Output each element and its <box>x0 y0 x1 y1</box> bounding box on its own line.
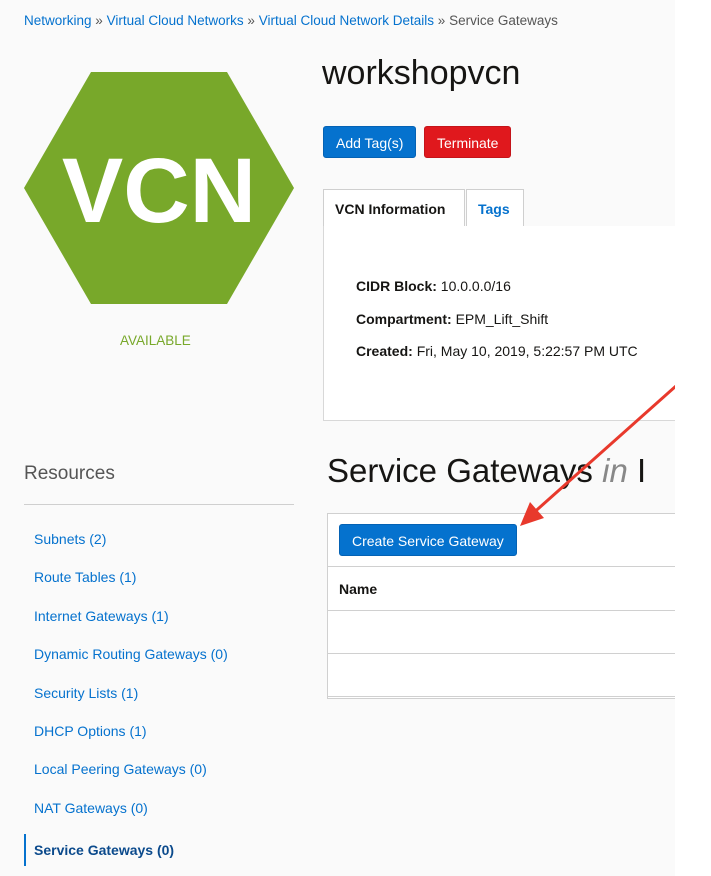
info-compartment-value: EPM_Lift_Shift <box>455 311 549 327</box>
info-created-value: Fri, May 10, 2019, 5:22:57 PM UTC <box>416 343 638 359</box>
vcn-logo-icon: VCN <box>24 72 294 304</box>
info-created-label: Created: <box>356 343 413 359</box>
breadcrumb-current: Service Gateways <box>449 13 558 28</box>
resource-local-peering-gateways[interactable]: Local Peering Gateways (0) <box>24 753 294 791</box>
column-header-name[interactable]: Name <box>339 581 377 597</box>
breadcrumb-separator: » <box>437 13 446 28</box>
page-title: workshopvcn <box>322 54 521 92</box>
table-row <box>327 611 675 654</box>
breadcrumb-networking[interactable]: Networking <box>24 13 92 28</box>
info-cidr-row: CIDR Block: 10.0.0.0/16 <box>356 278 511 294</box>
breadcrumb-separator: » <box>95 13 103 28</box>
terminate-button[interactable]: Terminate <box>424 126 512 158</box>
page: Networking » Virtual Cloud Networks » Vi… <box>0 0 675 876</box>
resource-nat-gateways[interactable]: NAT Gateways (0) <box>24 792 294 830</box>
breadcrumb-vcn-details[interactable]: Virtual Cloud Network Details <box>259 13 434 28</box>
resources-list: Subnets (2) Route Tables (1) Internet Ga… <box>24 523 294 867</box>
resource-dhcp-options[interactable]: DHCP Options (1) <box>24 715 294 753</box>
resource-route-tables[interactable]: Route Tables (1) <box>24 561 294 599</box>
breadcrumb-virtual-cloud-networks[interactable]: Virtual Cloud Networks <box>107 13 244 28</box>
info-cidr-value: 10.0.0.0/16 <box>440 278 511 294</box>
annotation-arrow-icon <box>520 384 675 526</box>
resource-service-gateways[interactable]: Service Gateways (0) <box>24 834 294 867</box>
table-row <box>327 654 675 697</box>
status-badge: AVAILABLE <box>120 333 191 348</box>
resource-dynamic-routing-gateways[interactable]: Dynamic Routing Gateways (0) <box>24 638 294 676</box>
vcn-logo-text: VCN <box>62 140 256 242</box>
info-created-row: Created: Fri, May 10, 2019, 5:22:57 PM U… <box>356 343 638 359</box>
info-compartment-row: Compartment: EPM_Lift_Shift <box>356 311 548 327</box>
resources-heading: Resources <box>24 463 115 484</box>
tab-vcn-information[interactable]: VCN Information <box>323 189 465 227</box>
breadcrumb-separator: » <box>247 13 255 28</box>
tab-tags[interactable]: Tags <box>466 189 524 227</box>
table-header: Name <box>327 566 675 611</box>
resource-subnets[interactable]: Subnets (2) <box>24 523 294 561</box>
resource-security-lists[interactable]: Security Lists (1) <box>24 677 294 715</box>
resource-internet-gateways[interactable]: Internet Gateways (1) <box>24 600 294 638</box>
add-tags-button[interactable]: Add Tag(s) <box>323 126 417 158</box>
info-cidr-label: CIDR Block: <box>356 278 437 294</box>
info-compartment-label: Compartment: <box>356 311 452 327</box>
resources-divider <box>24 504 294 505</box>
breadcrumb: Networking » Virtual Cloud Networks » Vi… <box>24 13 558 28</box>
create-service-gateway-button[interactable]: Create Service Gateway <box>339 524 517 556</box>
